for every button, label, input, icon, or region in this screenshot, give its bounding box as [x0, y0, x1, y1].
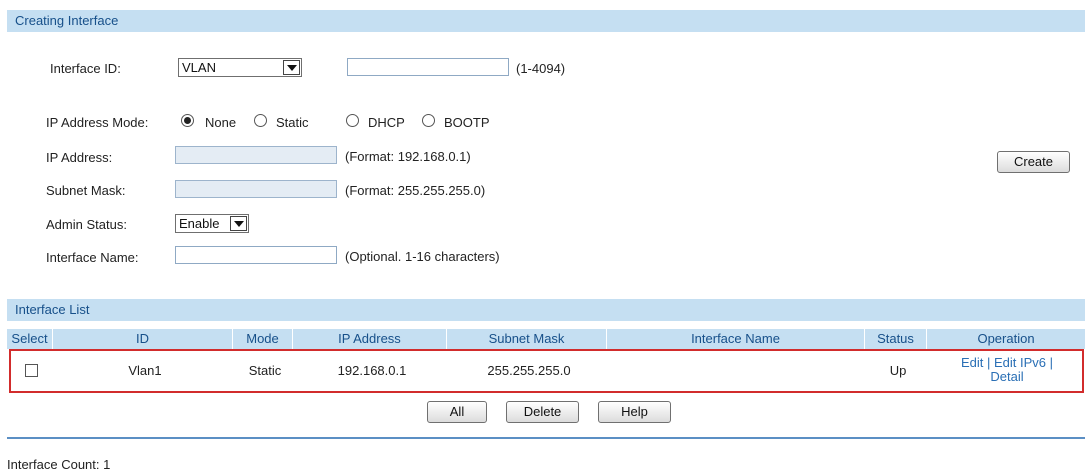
column-header-select: Select	[7, 329, 53, 349]
ip-mode-none-label: None	[205, 115, 237, 130]
interface-id-input[interactable]	[347, 58, 509, 76]
admin-status-value: Enable	[179, 216, 220, 231]
ip-mode-bootp-radio[interactable]	[422, 114, 435, 127]
interface-name-input[interactable]	[175, 246, 337, 264]
row-subnet-mask: 255.255.255.0	[487, 363, 571, 378]
subnet-mask-input[interactable]	[175, 180, 337, 198]
ip-mode-bootp-label: BOOTP	[444, 115, 490, 130]
create-button[interactable]: Create	[997, 151, 1070, 173]
table-row: Vlan1 Static 192.168.0.1 255.255.255.0 U…	[9, 349, 1084, 393]
interface-id-hint: (1-4094)	[516, 61, 566, 76]
ip-mode-label: IP Address Mode:	[46, 115, 149, 130]
column-header-status: Status	[865, 329, 927, 349]
ip-mode-none-radio[interactable]	[181, 114, 194, 127]
interface-name-label: Interface Name:	[46, 250, 139, 265]
interface-name-hint: (Optional. 1-16 characters)	[345, 249, 500, 264]
help-button[interactable]: Help	[598, 401, 671, 423]
creating-interface-header: Creating Interface	[7, 10, 1085, 32]
edit-ipv6-link[interactable]: Edit IPv6	[994, 355, 1046, 370]
admin-status-label: Admin Status:	[46, 217, 127, 232]
chevron-down-icon	[230, 216, 247, 231]
ip-address-hint: (Format: 192.168.0.1)	[345, 149, 471, 164]
interface-type-value: VLAN	[182, 60, 216, 75]
row-status: Up	[889, 363, 907, 378]
footer-divider	[7, 437, 1085, 439]
subnet-mask-label: Subnet Mask:	[46, 183, 126, 198]
table-header-row: Select ID Mode IP Address Subnet Mask In…	[7, 329, 1085, 349]
row-mode: Static	[248, 363, 282, 378]
ip-mode-static-radio[interactable]	[254, 114, 267, 127]
column-header-interface-name: Interface Name	[607, 329, 865, 349]
ip-mode-dhcp-label: DHCP	[368, 115, 405, 130]
column-header-subnet-mask: Subnet Mask	[447, 329, 607, 349]
detail-link[interactable]: Detail	[990, 369, 1023, 384]
row-select-checkbox[interactable]	[25, 364, 38, 377]
row-id: Vlan1	[128, 363, 162, 378]
column-header-ip-address: IP Address	[293, 329, 447, 349]
column-header-mode: Mode	[233, 329, 293, 349]
interface-list-header: Interface List	[7, 299, 1085, 321]
all-button[interactable]: All	[427, 401, 487, 423]
subnet-mask-hint: (Format: 255.255.255.0)	[345, 183, 486, 198]
delete-button[interactable]: Delete	[506, 401, 579, 423]
row-operations: Edit | Edit IPv6 | Detail	[929, 356, 1085, 384]
ip-mode-dhcp-radio[interactable]	[346, 114, 359, 127]
ip-mode-static-label: Static	[276, 115, 309, 130]
row-ip-address: 192.168.0.1	[337, 363, 407, 378]
interface-type-select[interactable]: VLAN	[178, 58, 302, 77]
interface-id-label: Interface ID:	[50, 61, 121, 76]
separator: |	[1049, 355, 1054, 370]
ip-address-label: IP Address:	[46, 150, 113, 165]
edit-link[interactable]: Edit	[961, 355, 983, 370]
column-header-id: ID	[53, 329, 233, 349]
ip-address-input[interactable]	[175, 146, 337, 164]
column-header-operation: Operation	[977, 331, 1035, 346]
admin-status-select[interactable]: Enable	[175, 214, 249, 233]
separator: |	[986, 355, 991, 370]
chevron-down-icon	[283, 60, 300, 75]
